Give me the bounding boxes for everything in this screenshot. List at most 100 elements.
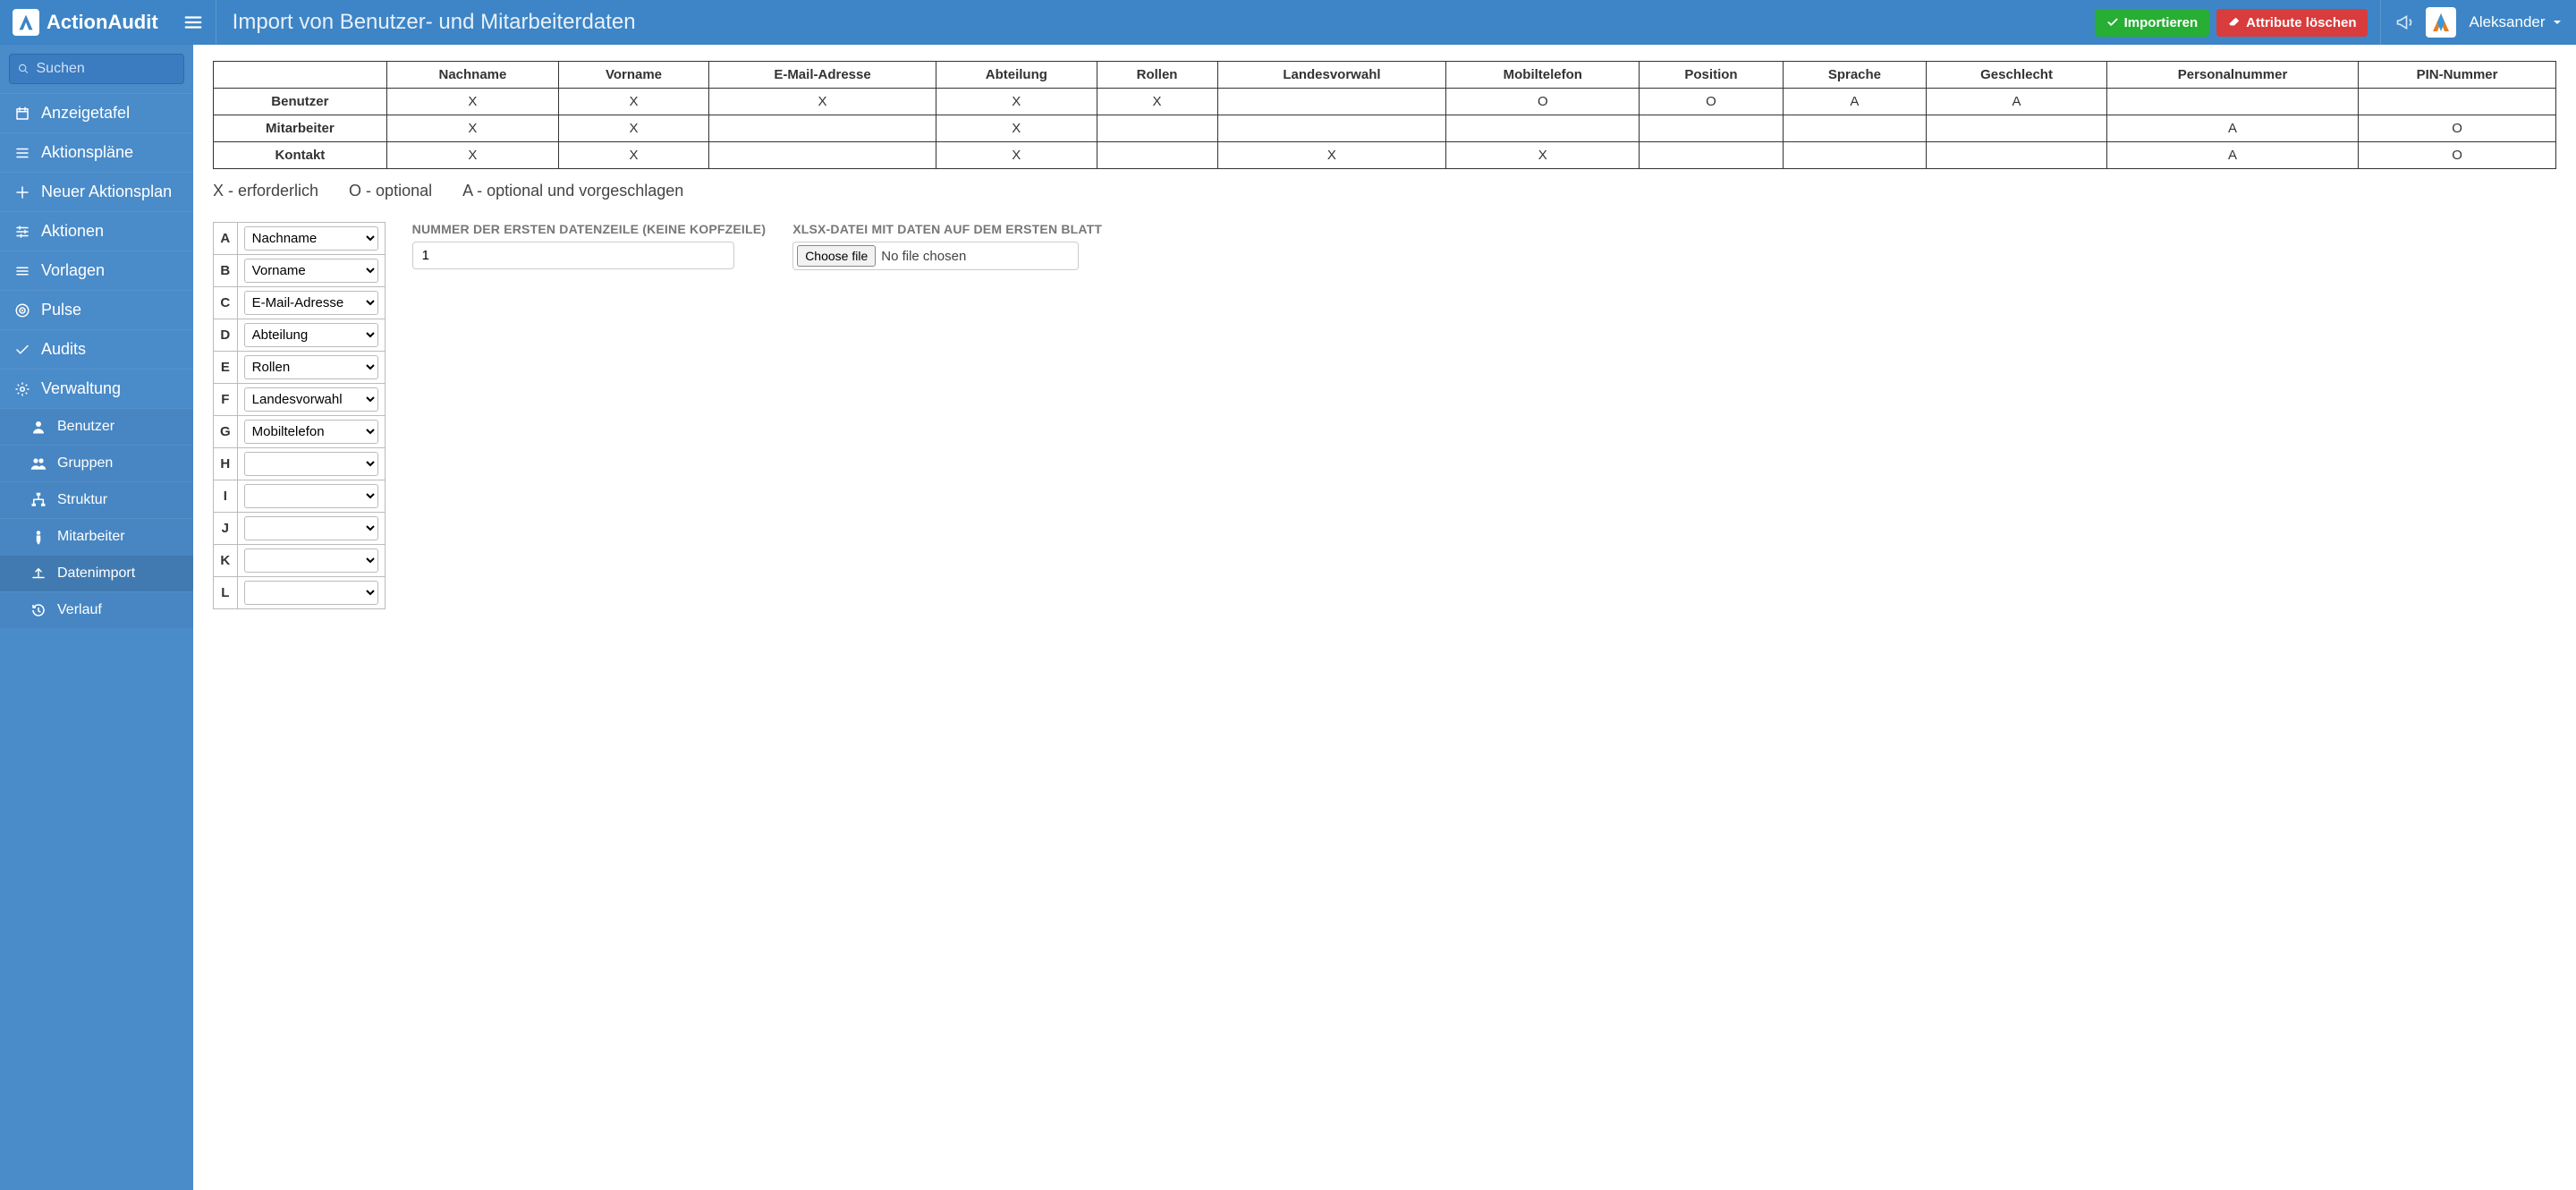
nav-item-anzeigetafel[interactable]: Anzeigetafel [0,93,193,132]
mapping-select[interactable]: NachnameVornameE-Mail-AdresseAbteilungRo… [244,548,378,573]
sidebar: Anzeigetafel Aktionspläne Neuer Aktionspla… [0,45,193,1190]
mapping-row: CNachnameVornameE-Mail-AdresseAbteilungR… [214,287,386,319]
mapping-column-letter: J [214,513,238,545]
column-header: Abteilung [936,62,1097,89]
nav-subitem-verlauf[interactable]: Verlauf [0,591,193,628]
nav-subitem-struktur[interactable]: Struktur [0,481,193,518]
table-cell [2106,89,2358,115]
menu-icon [14,263,30,279]
mapping-column-letter: B [214,255,238,287]
clear-attributes-button-label: Attribute löschen [2246,15,2356,30]
mapping-column-letter: H [214,448,238,480]
users-icon [30,455,47,472]
nav-item-pulse[interactable]: Pulse [0,290,193,329]
mapping-row: ANachnameVornameE-Mail-AdresseAbteilungR… [214,223,386,255]
mapping-select[interactable]: NachnameVornameE-Mail-AdresseAbteilungRo… [244,259,378,283]
nav-subitem-gruppen[interactable]: Gruppen [0,445,193,481]
table-cell [708,142,936,169]
legend-o: O - optional [349,182,432,200]
avatar[interactable] [2426,7,2456,38]
nav-item-audits[interactable]: Audits [0,329,193,369]
sitemap-icon [30,492,47,508]
nav-item-aktionen[interactable]: Aktionen [0,211,193,251]
mapping-select[interactable]: NachnameVornameE-Mail-AdresseAbteilungRo… [244,581,378,605]
legend: X - erforderlich O - optional A - option… [213,182,2556,200]
person-icon [30,529,47,545]
file-input[interactable]: Choose file No file chosen [792,242,1079,270]
column-header: Mobiltelefon [1446,62,1640,89]
mapping-select[interactable]: NachnameVornameE-Mail-AdresseAbteilungRo… [244,484,378,508]
search-icon [18,63,30,75]
mapping-column-letter: I [214,480,238,513]
mapping-select[interactable]: NachnameVornameE-Mail-AdresseAbteilungRo… [244,226,378,251]
table-cell: X [1097,89,1217,115]
mapping-select[interactable]: NachnameVornameE-Mail-AdresseAbteilungRo… [244,323,378,347]
mapping-row: KNachnameVornameE-Mail-AdresseAbteilungR… [214,545,386,577]
nav-item-verwaltung[interactable]: Verwaltung [0,369,193,408]
brand[interactable]: ActionAudit [0,0,171,45]
mapping-select[interactable]: NachnameVornameE-Mail-AdresseAbteilungRo… [244,516,378,540]
sliders-icon [14,224,30,240]
nav-label: Benutzer [57,419,114,435]
mapping-select[interactable]: NachnameVornameE-Mail-AdresseAbteilungRo… [244,291,378,315]
nav-subitem-datenimport[interactable]: Datenimport [0,555,193,591]
nav-label: Aktionen [41,222,104,241]
table-cell: O [2359,142,2556,169]
row-header: Mitarbeiter [214,115,387,142]
column-header: E-Mail-Adresse [708,62,936,89]
search-input[interactable] [9,54,184,84]
main-content: NachnameVornameE-Mail-AdresseAbteilungRo… [193,45,2576,1190]
nav-subitem-benutzer[interactable]: Benutzer [0,408,193,445]
mapping-select[interactable]: NachnameVornameE-Mail-AdresseAbteilungRo… [244,355,378,379]
column-header: Landesvorwahl [1217,62,1446,89]
gear-icon [14,381,30,397]
row-header: Benutzer [214,89,387,115]
mapping-select[interactable]: NachnameVornameE-Mail-AdresseAbteilungRo… [244,452,378,476]
table-cell [2359,89,2556,115]
table-row: BenutzerXXXXXOOAA [214,89,2556,115]
list-icon [14,145,30,161]
nav-label: Gruppen [57,455,113,472]
file-label: XLSX-DATEI MIT DATEN AUF DEM ERSTEN BLAT… [792,222,1102,236]
mapping-row: DNachnameVornameE-Mail-AdresseAbteilungR… [214,319,386,352]
column-header: Vorname [559,62,709,89]
mapping-select[interactable]: NachnameVornameE-Mail-AdresseAbteilungRo… [244,387,378,412]
import-button[interactable]: Importieren [2095,9,2210,37]
eraser-icon [2228,16,2241,29]
page-title: Import von Benutzer- und Mitarbeiterdate… [216,10,652,35]
mapping-row: HNachnameVornameE-Mail-AdresseAbteilungR… [214,448,386,480]
table-cell: X [386,142,558,169]
calendar-icon [14,106,30,122]
nav-subitem-mitarbeiter[interactable]: Mitarbeiter [0,518,193,555]
announcements-icon[interactable] [2395,13,2413,31]
table-cell [1446,115,1640,142]
table-cell [1097,142,1217,169]
table-cell: X [936,115,1097,142]
clear-attributes-button[interactable]: Attribute löschen [2216,9,2368,37]
username: Aleksander [2469,13,2545,30]
nav-item-neuer-aktionsplan[interactable]: Neuer Aktionsplan [0,172,193,211]
mapping-column-letter: L [214,577,238,609]
nav-label: Anzeigetafel [41,104,130,123]
user-menu[interactable]: Aleksander [2469,13,2562,31]
column-mapping-table: ANachnameVornameE-Mail-AdresseAbteilungR… [213,222,386,609]
choose-file-button[interactable]: Choose file [797,245,876,267]
first-row-input[interactable] [412,242,734,269]
topbar: ActionAudit Import von Benutzer- und Mit… [0,0,2576,45]
table-cell: A [1783,89,1926,115]
nav-label: Neuer Aktionsplan [41,183,172,201]
nav-item-aktionspläne[interactable]: Aktionspläne [0,132,193,172]
plus-icon [14,184,30,200]
table-cell: A [1927,89,2107,115]
table-row: KontaktXXXXXAO [214,142,2556,169]
check-icon [2106,16,2119,29]
nav-item-vorlagen[interactable]: Vorlagen [0,251,193,290]
mapping-row: ENachnameVornameE-Mail-AdresseAbteilungR… [214,352,386,384]
mapping-select[interactable]: NachnameVornameE-Mail-AdresseAbteilungRo… [244,420,378,444]
column-header: PIN-Nummer [2359,62,2556,89]
table-cell [1217,89,1446,115]
import-button-label: Importieren [2124,15,2199,30]
table-cell: O [1446,89,1640,115]
sidebar-toggle[interactable] [171,13,216,32]
mapping-row: LNachnameVornameE-Mail-AdresseAbteilungR… [214,577,386,609]
